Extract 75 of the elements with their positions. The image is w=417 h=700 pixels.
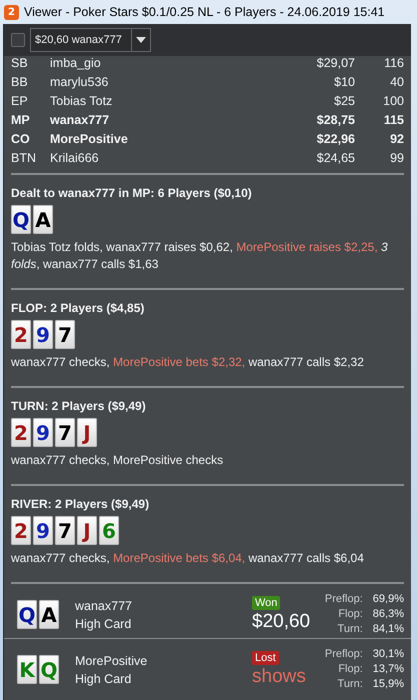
big-blinds-count: 92: [389, 132, 404, 146]
player-name: Krilai666: [50, 150, 100, 164]
result-amount: $20,60: [252, 610, 310, 634]
stack-amount: $25: [333, 94, 355, 108]
playing-card: J: [77, 516, 97, 545]
player-name: marylu536: [50, 74, 110, 88]
playing-card: 7: [55, 320, 75, 349]
equity-value: 69,9%: [372, 592, 404, 607]
playing-card: Q: [39, 655, 59, 684]
playing-card: Q: [11, 205, 31, 234]
stack-amount: $10: [333, 74, 355, 88]
position-label: EP: [11, 94, 29, 108]
player-name: MorePositive: [50, 132, 129, 146]
street-heading: TURN: 2 Players ($9,49): [11, 399, 147, 413]
result-amount: shows: [252, 664, 306, 688]
caret-icon: [136, 37, 146, 43]
position-label: CO: [11, 132, 31, 146]
player-name: wanax777: [75, 598, 133, 614]
stack-amount: $29,07: [316, 56, 355, 70]
playing-card: 9: [33, 320, 53, 349]
playing-card: K: [17, 655, 37, 684]
playing-card: J: [77, 418, 97, 447]
stack-amount: $24,65: [316, 150, 355, 164]
equity-street-label: Turn:: [336, 677, 363, 692]
position-label: MP: [11, 112, 31, 126]
playing-card: 7: [55, 418, 75, 447]
equity-value: 86,3%: [372, 607, 404, 622]
playing-card: 2: [11, 516, 31, 545]
big-blinds-count: 40: [389, 74, 404, 88]
big-blinds-count: 99: [389, 150, 404, 164]
street-heading: Dealt to wanax777 in MP: 6 Players ($0,10): [11, 186, 253, 200]
window-title: Viewer - Poker Stars $0.1/0.25 NL - 6 Players - 24.06.2019 15:41: [24, 5, 385, 19]
playing-card: 7: [55, 516, 75, 545]
player-name: Tobias Totz: [50, 94, 114, 108]
player-name: MorePositive: [75, 652, 148, 670]
equity-street-label: Flop:: [337, 662, 363, 677]
player-name: wanax777: [50, 112, 110, 126]
street-heading: FLOP: 2 Players ($4,85): [11, 301, 146, 315]
big-blinds-count: 116: [383, 56, 404, 70]
equity-street-label: Turn:: [336, 622, 363, 637]
action-summary: Tobias Totz folds, wanax777 raises $0,62, MorePositive raises $2,25, 3 folds, wanax777 calls $1,63: [11, 239, 389, 273]
street-heading: RIVER: 2 Players ($9,49): [11, 497, 150, 511]
big-blinds-count: 100: [382, 94, 404, 108]
action-summary: wanax777 checks, MorePositive checks: [11, 452, 224, 469]
equity-value: 13,7%: [372, 662, 404, 677]
outcome-badge: Lost: [252, 650, 279, 664]
equity-street-label: Preflop:: [324, 647, 363, 662]
hand-rank: High Card: [75, 670, 132, 688]
playing-card: 2: [11, 418, 31, 447]
outcome-badge: Won: [252, 596, 280, 610]
big-blinds-count: 115: [382, 112, 404, 126]
checkbox[interactable]: [11, 33, 25, 47]
equity-value: 84,1%: [372, 622, 404, 637]
stack-amount: $28,75: [316, 112, 355, 126]
action-summary: wanax777 checks, MorePositive bets $6,04, wanax777 calls $6,04: [11, 550, 365, 567]
position-label: BB: [11, 74, 29, 88]
position-label: SB: [11, 56, 29, 70]
player-dropdown[interactable]: $20,60 wanax777: [30, 28, 151, 52]
equity-value: 30,1%: [372, 647, 404, 662]
playing-card: Q: [17, 600, 37, 629]
equity-street-label: Preflop:: [324, 592, 363, 607]
position-label: BTN: [11, 150, 37, 164]
action-summary: wanax777 checks, MorePositive bets $2,32, wanax777 calls $2,32: [11, 354, 365, 371]
equity-street-label: Flop:: [337, 607, 363, 622]
stack-amount: $22,96: [316, 132, 355, 146]
playing-card: 9: [33, 418, 53, 447]
playing-card: 6: [99, 516, 119, 545]
playing-card: 9: [33, 516, 53, 545]
playing-card: 2: [11, 320, 31, 349]
app-badge-icon: 2: [4, 4, 19, 20]
equity-value: 15,9%: [372, 677, 404, 692]
player-name: imba_gio: [50, 56, 102, 70]
hand-rank: High Card: [75, 616, 132, 632]
playing-card: A: [33, 205, 53, 234]
playing-card: A: [39, 600, 59, 629]
